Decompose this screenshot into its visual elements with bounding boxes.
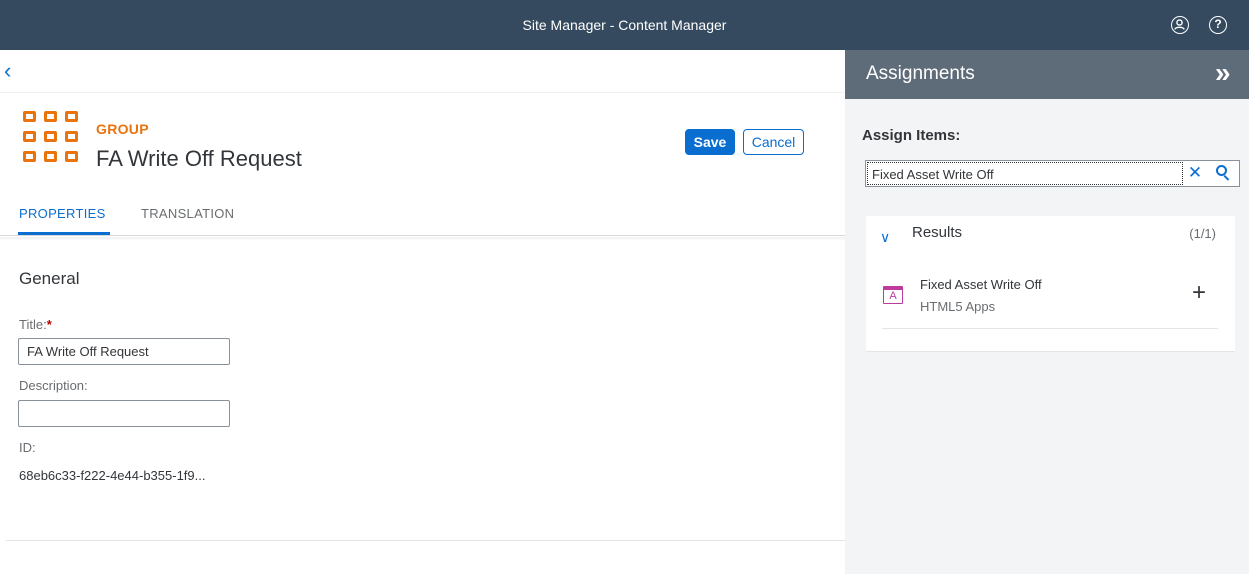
- group-icon-square: [65, 151, 78, 162]
- assign-items-label: Assign Items:: [862, 127, 961, 144]
- id-label: ID:: [19, 440, 36, 455]
- results-count: (1/1): [1189, 226, 1216, 241]
- group-icon-square: [23, 131, 36, 142]
- search-icon-handle: [1223, 175, 1230, 181]
- assignments-title: Assignments: [866, 63, 975, 84]
- group-icon-square: [44, 151, 57, 162]
- collapse-panel-icon[interactable]: »: [1215, 58, 1231, 88]
- shell-title: Site Manager - Content Manager: [522, 17, 727, 33]
- id-value: 68eb6c33-f222-4e44-b355-1f9...: [19, 468, 206, 483]
- tab-bar-shadow: [0, 237, 845, 241]
- main-content: ‹ GROUP FA Write Off Request Save Cancel…: [0, 50, 845, 574]
- tab-bar: PROPERTIES TRANSLATION: [0, 200, 845, 236]
- group-icon-square: [65, 131, 78, 142]
- search-icon[interactable]: [1213, 163, 1233, 183]
- title-label: Title:*: [19, 317, 52, 332]
- tab-translation[interactable]: TRANSLATION: [141, 206, 234, 221]
- result-item: A Fixed Asset Write Off HTML5 Apps +: [882, 266, 1218, 329]
- result-item-name: Fixed Asset Write Off: [920, 277, 1042, 292]
- help-icon[interactable]: ?: [1209, 16, 1227, 34]
- header-divider: [0, 92, 845, 93]
- assign-search-input[interactable]: [872, 165, 1172, 184]
- group-icon-square: [44, 131, 57, 142]
- assignments-header: Assignments »: [845, 50, 1249, 99]
- results-panel: ∨ Results (1/1) A Fixed Asset Write Off …: [866, 216, 1235, 352]
- add-item-icon[interactable]: +: [1192, 281, 1206, 305]
- html5-app-icon: A: [883, 286, 903, 304]
- chevron-left-icon: ‹: [4, 58, 12, 83]
- assign-search-field: ✕: [865, 160, 1240, 187]
- clear-search-icon[interactable]: ✕: [1185, 163, 1205, 183]
- group-icon-square: [44, 111, 57, 122]
- section-title-general: General: [19, 269, 80, 288]
- title-label-text: Title:: [19, 317, 47, 332]
- group-icon-square: [23, 111, 36, 122]
- required-marker: *: [46, 317, 52, 332]
- results-title[interactable]: Results: [912, 224, 962, 241]
- group-icon-square: [23, 151, 36, 162]
- description-label: Description:: [19, 378, 88, 393]
- object-type-label: GROUP: [96, 121, 149, 137]
- page-title: FA Write Off Request: [96, 146, 302, 171]
- result-item-type: HTML5 Apps: [920, 299, 996, 314]
- tab-selected-indicator: [18, 232, 110, 235]
- save-button[interactable]: Save: [685, 129, 735, 155]
- profile-icon[interactable]: [1171, 16, 1189, 34]
- group-icon: [23, 111, 81, 163]
- assignments-panel: Assignments » Assign Items: ✕ ∨ Results …: [845, 50, 1249, 574]
- tab-properties[interactable]: PROPERTIES: [19, 206, 106, 221]
- footer-divider: [6, 540, 845, 541]
- chevron-down-icon[interactable]: ∨: [880, 230, 894, 244]
- title-input[interactable]: [18, 338, 230, 365]
- description-input[interactable]: [18, 400, 230, 427]
- cancel-button[interactable]: Cancel: [743, 129, 804, 155]
- app-icon-glyph: A: [889, 290, 897, 302]
- help-glyph: ?: [1214, 17, 1222, 31]
- search-icon-lens: [1216, 165, 1227, 176]
- search-focus-outline: [867, 162, 1183, 185]
- group-icon-square: [65, 111, 78, 122]
- back-button[interactable]: ‹: [4, 60, 20, 82]
- shell-bar: Site Manager - Content Manager ?: [0, 0, 1249, 50]
